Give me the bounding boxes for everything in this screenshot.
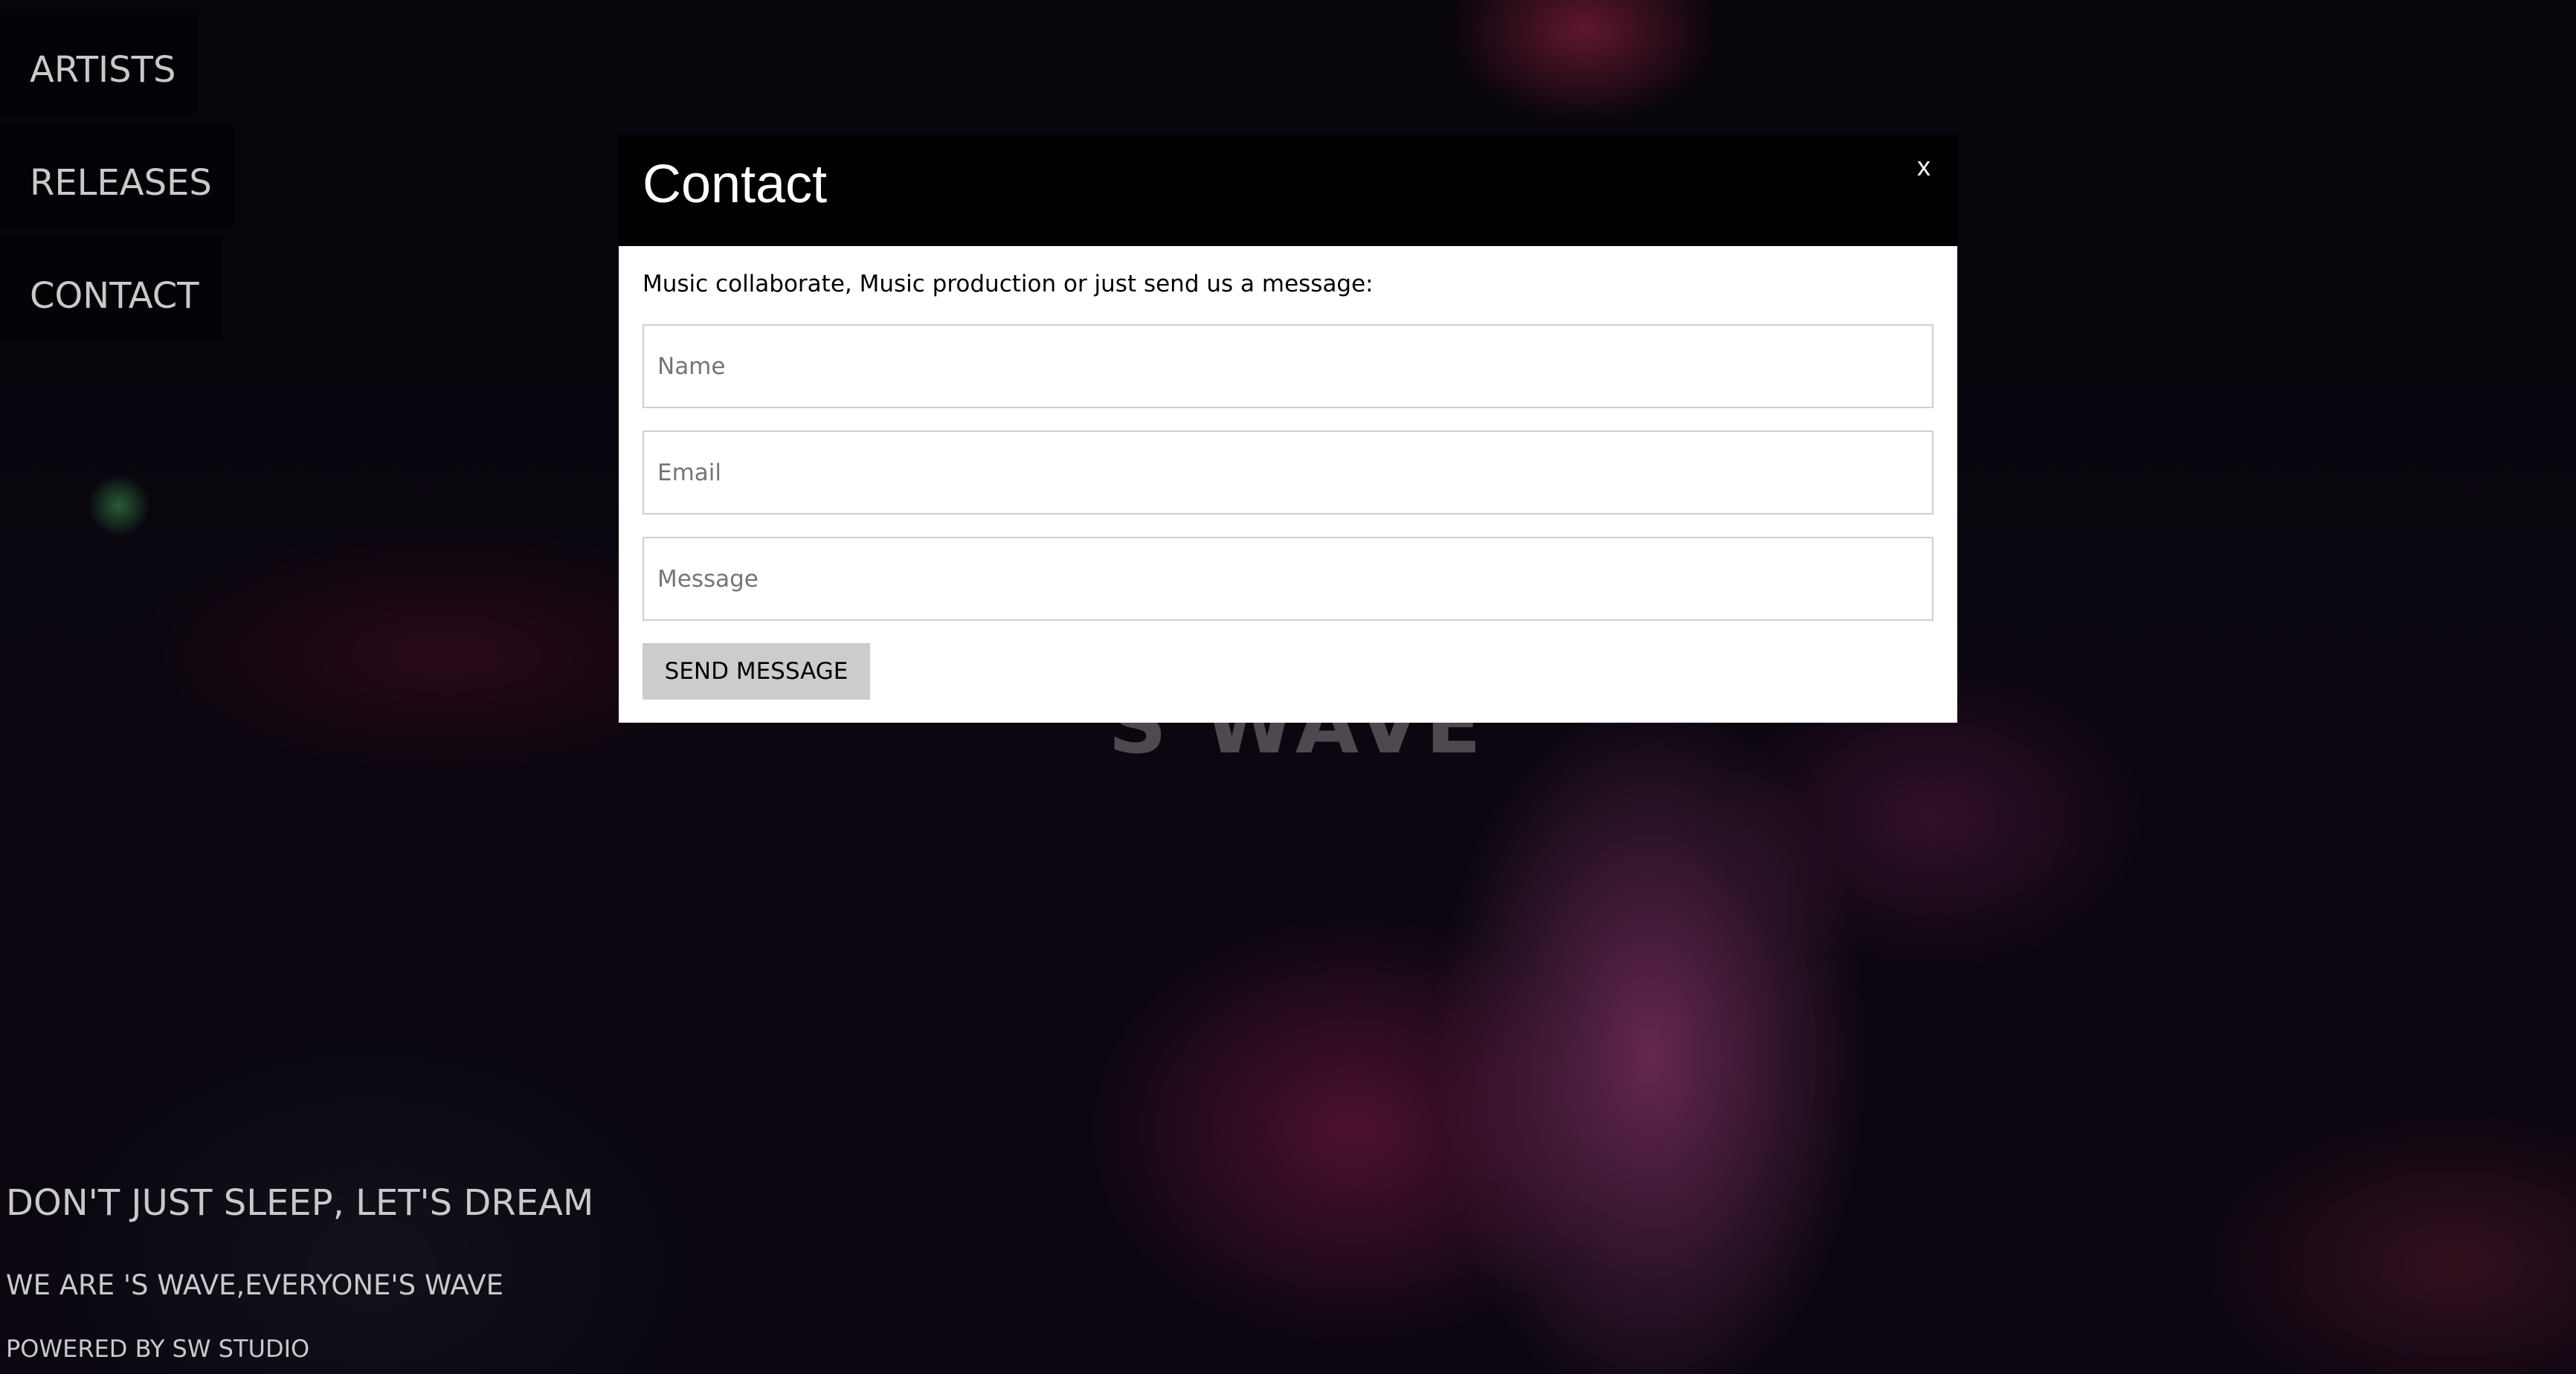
modal-title: Contact — [643, 155, 828, 214]
send-message-button[interactable]: SEND MESSAGE — [643, 643, 870, 700]
modal-header: Contact x — [619, 135, 1957, 246]
email-field[interactable] — [643, 430, 1933, 515]
nav-item-releases[interactable]: RELEASES — [0, 123, 234, 228]
footer-subtagline: WE ARE 'S WAVE,EVERYONE'S WAVE — [6, 1269, 504, 1301]
footer-tagline: DON'T JUST SLEEP, LET'S DREAM — [6, 1182, 594, 1224]
close-icon[interactable]: x — [1917, 153, 1931, 180]
contact-modal: Contact x Music collaborate, Music produ… — [619, 135, 1957, 723]
powered-by-text: POWERED BY SW STUDIO — [6, 1335, 310, 1363]
nav-item-artists[interactable]: ARTISTS — [0, 10, 199, 115]
modal-intro-text: Music collaborate, Music production or j… — [643, 271, 1374, 297]
nav-item-contact[interactable]: CONTACT — [0, 236, 222, 341]
message-field[interactable] — [643, 537, 1933, 621]
name-field[interactable] — [643, 324, 1933, 408]
